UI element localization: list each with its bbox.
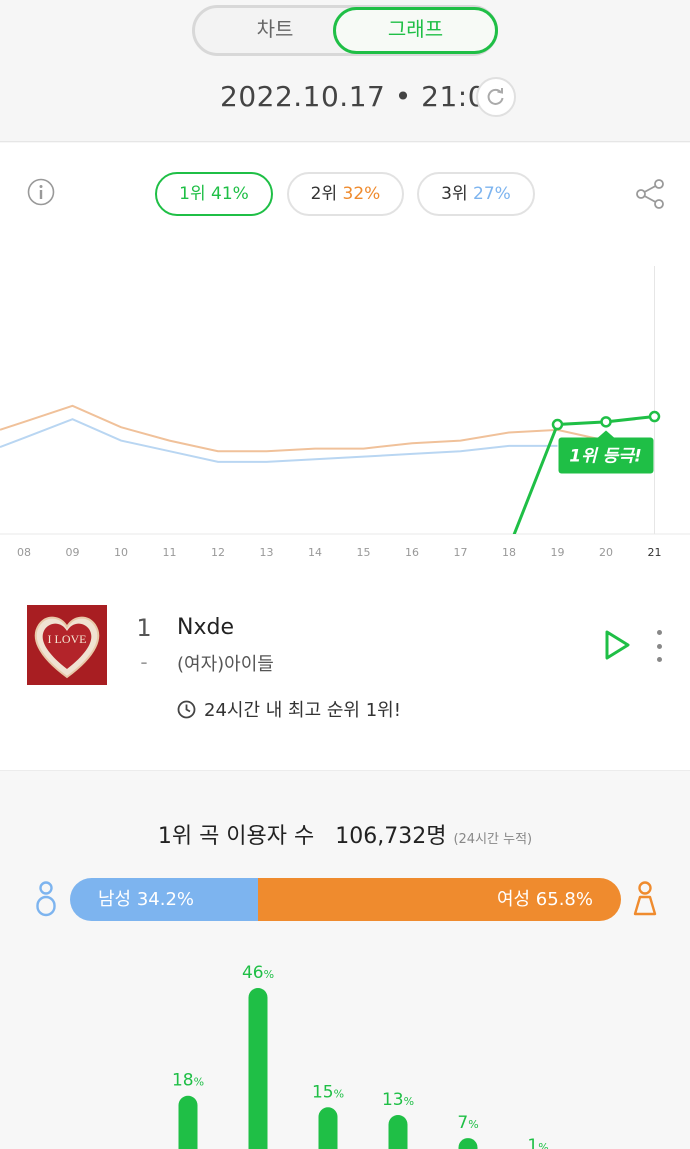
rank-pill-label: 2위 — [310, 184, 338, 204]
age-bar — [458, 1138, 478, 1149]
play-icon[interactable] — [603, 629, 631, 661]
listener-number: 106,732명 — [335, 824, 447, 849]
age-bar-label: 18% — [172, 1071, 204, 1091]
info-icon[interactable] — [27, 178, 55, 206]
tab-chart[interactable]: 차트 — [195, 8, 355, 53]
x-tick-label: 14 — [308, 546, 322, 559]
rank-pill-percent: 41% — [211, 184, 249, 204]
age-bar-unit: % — [334, 1087, 344, 1100]
data-point — [551, 418, 564, 431]
x-tick-label: 17 — [454, 546, 468, 559]
x-tick-label: 18 — [502, 546, 516, 559]
best-rank-text: 24시간 내 최고 순위 1위! — [204, 700, 401, 721]
male-ratio: 남성 34.2% — [70, 878, 259, 921]
x-tick-label: 15 — [357, 546, 371, 559]
age-bar-unit: % — [468, 1118, 478, 1131]
ranking-line-chart: 1위 등극! 08 09 10 11 12 13 14 15 16 17 18 19 20 21 — [0, 266, 690, 559]
album-art-image: I LOVE — [27, 605, 107, 685]
age-bar — [178, 1095, 198, 1149]
rank-up-badge: 1위 등극! — [558, 430, 654, 474]
rank-pill-3[interactable]: 3위 27% — [417, 172, 535, 216]
share-icon[interactable] — [635, 178, 665, 210]
age-bar — [388, 1114, 408, 1149]
age-bar — [248, 988, 268, 1149]
dot — [656, 643, 662, 649]
rank-pill-label: 3위 — [441, 184, 468, 204]
age-bar-label: 1% — [527, 1136, 548, 1149]
song-title[interactable]: Nxde — [177, 615, 234, 640]
age-distribution-chart: 18% 46% 15% 13% 7% 1% — [172, 963, 549, 1149]
x-tick-label: 16 — [405, 546, 419, 559]
badge-text: 1위 등극! — [569, 447, 641, 467]
refresh-button[interactable] — [476, 77, 516, 117]
refresh-icon — [487, 88, 504, 105]
age-bar — [318, 1107, 338, 1149]
age-bar-unit: % — [538, 1141, 548, 1149]
album-art-text: I LOVE — [48, 632, 87, 646]
series-line-2 — [0, 404, 607, 453]
rank-pill-percent: 32% — [342, 184, 381, 204]
song-artist[interactable]: (여자)아이들 — [177, 650, 274, 676]
age-bar-unit: % — [264, 968, 274, 981]
listener-count: 1위 곡 이용자 수 106,732명 (24시간 누적) — [0, 818, 690, 850]
age-bar-label: 13% — [382, 1090, 414, 1110]
x-tick-label: 21 — [648, 546, 662, 559]
age-bar-label: 7% — [457, 1113, 478, 1133]
x-tick-label: 09 — [66, 546, 80, 559]
age-bar-unit: % — [404, 1095, 414, 1108]
more-options-button[interactable] — [650, 630, 668, 662]
listener-note: (24시간 누적) — [453, 832, 533, 847]
tab-graph[interactable]: 그래프 — [333, 7, 498, 54]
dot — [656, 630, 662, 635]
rank-pill-percent: 27% — [473, 184, 511, 204]
listener-label: 1위 곡 이용자 수 — [157, 824, 315, 849]
view-toggle: 차트 그래프 — [192, 5, 498, 56]
male-icon — [36, 881, 56, 917]
data-point — [600, 416, 612, 428]
rank-pill-1[interactable]: 1위 41% — [155, 172, 273, 216]
chart-datetime: 2022.10.17 • 21:00 — [220, 80, 505, 113]
clock-icon — [177, 700, 196, 718]
x-tick-label: 13 — [260, 546, 274, 559]
series-line-3 — [0, 418, 558, 463]
song-rank: 1 — [136, 614, 152, 642]
x-tick-label: 12 — [211, 546, 225, 559]
best-rank-note: 24시간 내 최고 순위 1위! — [177, 697, 401, 721]
age-bar-label: 15% — [312, 1082, 344, 1102]
age-bar-unit: % — [194, 1076, 204, 1089]
x-tick-label: 20 — [599, 546, 613, 559]
rank-pill-label: 1위 — [179, 184, 206, 204]
data-point — [648, 410, 661, 423]
header: 차트 그래프 2022.10.17 • 21:00 — [0, 0, 690, 142]
album-art[interactable]: I LOVE — [27, 605, 107, 685]
x-tick-label: 10 — [114, 546, 128, 559]
age-bar-label: 46% — [242, 963, 274, 983]
badge-pointer — [598, 430, 614, 438]
female-ratio: 여성 65.8% — [258, 878, 621, 921]
dot — [656, 657, 662, 662]
rank-change: - — [140, 650, 148, 674]
rank-pill-2[interactable]: 2위 32% — [287, 172, 404, 216]
x-tick-label: 11 — [163, 546, 177, 559]
gender-ratio-bar: 남성 34.2% 여성 65.8% — [70, 878, 621, 921]
female-icon — [633, 881, 657, 916]
x-tick-label: 19 — [551, 546, 565, 559]
x-tick-label: 08 — [17, 546, 31, 559]
